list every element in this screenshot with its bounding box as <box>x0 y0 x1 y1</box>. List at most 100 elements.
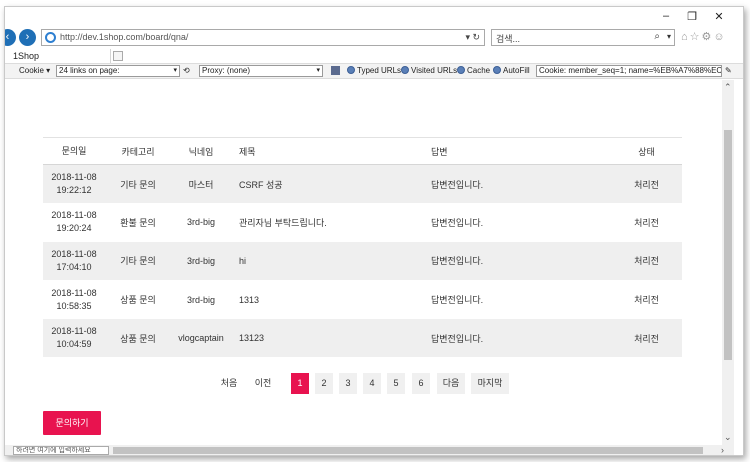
row-category: 환불 문의 <box>120 217 156 228</box>
bookmark-icon[interactable] <box>331 66 340 76</box>
row-title-link[interactable]: 13123 <box>231 319 421 358</box>
row-nickname: vlogcaptain <box>178 333 224 344</box>
row-date: 2018-11-08 19:22:12 <box>51 172 97 196</box>
row-category: 상품 문의 <box>120 295 156 306</box>
cache-button[interactable]: Cache <box>457 66 490 75</box>
typed-urls-label: Typed URLs <box>357 66 402 75</box>
title-bar: – ❐ ✕ <box>5 7 743 27</box>
cache-icon <box>457 66 465 74</box>
table-row[interactable]: 2018-11-08 17:04:10 기타 문의 3rd-big hi 답변전입… <box>43 241 682 281</box>
row-nickname: 3rd-big <box>186 294 215 305</box>
row-nickname: 3rd-big <box>186 255 215 266</box>
chevron-down-icon: ▾ <box>316 67 320 74</box>
header-title: 제목 <box>239 146 256 157</box>
minimize-button[interactable]: – <box>659 10 673 22</box>
ie-page-icon <box>45 32 56 43</box>
scroll-right-icon[interactable]: › <box>721 445 724 455</box>
row-date: 2018-11-08 10:04:59 <box>51 326 97 350</box>
table-row[interactable]: 2018-11-08 10:04:59 상품 문의 vlogcaptain 131… <box>43 318 682 358</box>
refresh-links-icon[interactable]: ⟲ <box>183 66 190 75</box>
taskbar-search-input[interactable]: 하려면 여기에 입력하세요 <box>13 446 109 455</box>
row-state: 처리전 <box>634 295 659 306</box>
row-state: 처리전 <box>634 333 659 344</box>
tab-row: 1Shop <box>5 49 743 63</box>
autofill-label: AutoFill <box>503 66 530 75</box>
proxy-select[interactable]: Proxy: (none) ▾ <box>199 65 323 77</box>
page-6[interactable]: 6 <box>412 373 430 394</box>
row-answer: 답변전입니다. <box>431 217 484 228</box>
row-category: 상품 문의 <box>120 333 156 344</box>
table-row[interactable]: 2018-11-08 19:22:12 기타 문의 마스터 CSRF 성공 답변전… <box>43 164 682 204</box>
page-3[interactable]: 3 <box>339 373 357 394</box>
back-icon[interactable]: ‹ <box>5 29 16 46</box>
maximize-button[interactable]: ❐ <box>685 10 699 23</box>
cookie-menu-label: Cookie <box>19 66 44 75</box>
typed-urls-button[interactable]: Typed URLs <box>347 66 401 75</box>
page-prev[interactable]: 이전 <box>249 373 277 394</box>
autofill-icon <box>493 66 501 74</box>
row-date: 2018-11-08 19:20:24 <box>51 210 97 234</box>
browser-window: – ❐ ✕ ‹ › http://dev.1shop.com/board/qna… <box>4 6 744 456</box>
qna-table: 문의일 카테고리 닉네임 제목 답변 상태 2018-11-08 19:22:12… <box>43 137 682 358</box>
hscroll-thumb[interactable] <box>113 447 703 454</box>
horizontal-scrollbar[interactable]: 하려면 여기에 입력하세요 › <box>5 445 734 455</box>
row-title-link[interactable]: 1313 <box>231 280 421 319</box>
visited-urls-label: Visited URLs <box>411 66 458 75</box>
row-state: 처리전 <box>634 256 659 267</box>
row-category: 기타 문의 <box>120 179 156 190</box>
page-viewport: 문의일 카테고리 닉네임 제목 답변 상태 2018-11-08 19:22:12… <box>5 80 722 445</box>
autofill-button[interactable]: AutoFill <box>493 66 530 75</box>
header-state: 상태 <box>638 146 655 157</box>
search-box[interactable]: 검색... ⌕ ▾ <box>491 29 675 46</box>
tab-1shop[interactable]: 1Shop <box>5 49 111 63</box>
dev-toolbar: Cookie ▾ 24 links on page: ▾ ⟲ Proxy: (n… <box>5 63 743 79</box>
search-icon[interactable]: ⌕ <box>654 31 660 42</box>
address-tools[interactable]: ▾ ↻ <box>465 32 480 43</box>
table-row[interactable]: 2018-11-08 10:58:35 상품 문의 3rd-big 1313 답변… <box>43 280 682 319</box>
scroll-thumb[interactable] <box>724 130 732 360</box>
edit-cookie-icon[interactable]: ✎ <box>725 66 732 75</box>
row-title-link[interactable]: hi <box>231 242 421 281</box>
close-button[interactable]: ✕ <box>712 10 726 23</box>
row-state: 처리전 <box>634 179 659 190</box>
visited-urls-button[interactable]: Visited URLs <box>401 66 457 75</box>
row-answer: 답변전입니다. <box>431 179 484 190</box>
links-select[interactable]: 24 links on page: ▾ <box>56 65 180 77</box>
table-row[interactable]: 2018-11-08 19:20:24 환불 문의 3rd-big 관리자님 부탁… <box>43 203 682 242</box>
vertical-scrollbar[interactable]: ⌃ ⌄ <box>722 80 734 445</box>
row-answer: 답변전입니다. <box>431 333 484 344</box>
cookie-menu[interactable]: Cookie ▾ <box>19 66 50 75</box>
scroll-down-icon[interactable]: ⌄ <box>724 432 732 443</box>
proxy-select-value: Proxy: (none) <box>202 66 251 75</box>
page-4[interactable]: 4 <box>363 373 381 394</box>
table-header-row: 문의일 카테고리 닉네임 제목 답변 상태 <box>43 137 682 165</box>
row-answer: 답변전입니다. <box>431 295 484 306</box>
page-last[interactable]: 마지막 <box>471 373 509 394</box>
row-title-link[interactable]: 관리자님 부탁드립니다. <box>231 203 421 242</box>
visited-urls-icon <box>401 66 409 74</box>
scroll-up-icon[interactable]: ⌃ <box>724 82 732 93</box>
row-nickname: 3rd-big <box>186 217 215 228</box>
page-1[interactable]: 1 <box>291 373 309 394</box>
header-category: 카테고리 <box>121 146 155 157</box>
row-title-link[interactable]: CSRF 성공 <box>231 165 421 204</box>
cache-label: Cache <box>467 66 491 75</box>
row-answer: 답변전입니다. <box>431 256 484 267</box>
page-2[interactable]: 2 <box>315 373 333 394</box>
page-next[interactable]: 다음 <box>437 373 465 394</box>
cookie-field[interactable]: Cookie: member_seq=1; name=%EB%A7%88%EC%… <box>536 65 722 77</box>
address-url[interactable]: http://dev.1shop.com/board/qna/ <box>60 32 188 42</box>
ask-question-button[interactable]: 문의하기 <box>43 411 101 435</box>
forward-icon[interactable]: › <box>19 29 36 46</box>
search-placeholder[interactable]: 검색... <box>496 32 520 45</box>
address-bar[interactable]: http://dev.1shop.com/board/qna/ ▾ ↻ <box>41 29 485 46</box>
cookie-field-value[interactable]: Cookie: member_seq=1; name=%EB%A7%88%EC%… <box>539 66 721 75</box>
page-first[interactable]: 처음 <box>215 373 243 394</box>
typed-urls-icon <box>347 66 355 74</box>
browser-tool-icons[interactable]: ⌂☆⚙☺ <box>681 30 727 43</box>
address-row: ‹ › http://dev.1shop.com/board/qna/ ▾ ↻ … <box>5 27 743 49</box>
new-tab-icon[interactable] <box>113 51 123 61</box>
row-nickname: 마스터 <box>188 179 214 190</box>
chevron-down-icon[interactable]: ▾ <box>667 32 671 41</box>
page-5[interactable]: 5 <box>387 373 405 394</box>
